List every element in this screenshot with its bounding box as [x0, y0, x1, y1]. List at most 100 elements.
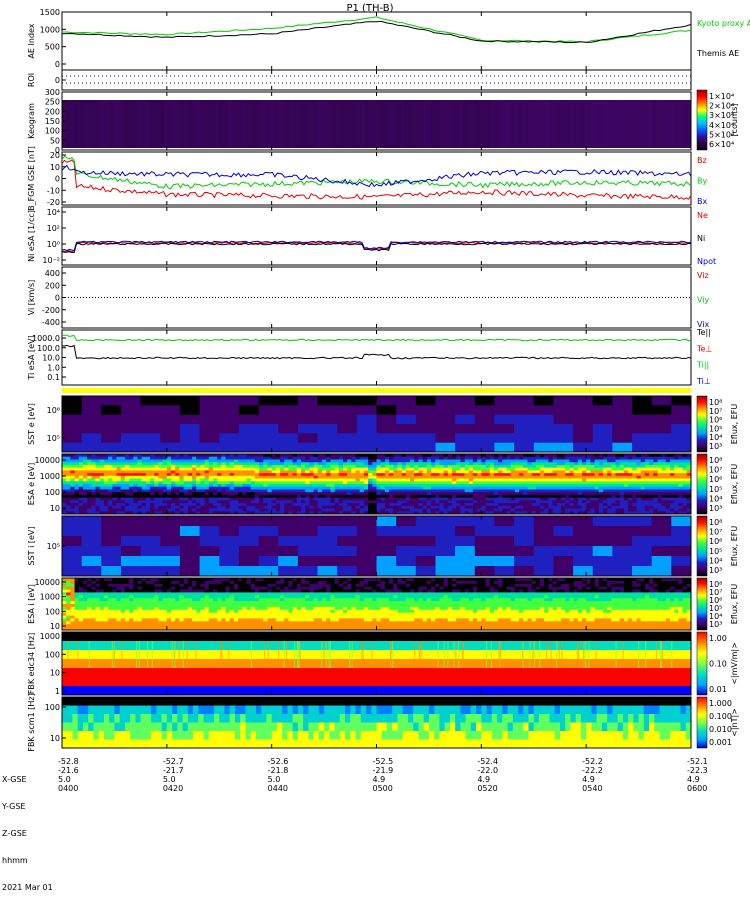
esa-e-panel-cell	[515, 476, 520, 479]
esa-e-panel-cell	[439, 479, 444, 482]
esa-e-panel-cell	[230, 473, 235, 476]
esa-e-panel-cell	[624, 479, 629, 482]
esa-e-panel-cell	[427, 470, 432, 473]
esa-e-panel-cell	[205, 498, 210, 501]
esa-e-panel-cell	[515, 470, 520, 473]
stack-plot: P1 (TH-B) AE Index150010005000Kyoto prox…	[0, 0, 750, 800]
sst-i-panel-cell	[396, 556, 416, 566]
esa-i-panel-cell	[184, 592, 189, 595]
sst-i-panel-cell	[278, 516, 298, 526]
esa-e-panel-cell	[234, 484, 239, 487]
esa-e-panel-cell	[624, 506, 629, 509]
esa-i-panel-cell	[96, 618, 101, 621]
sst-e-panel-cell	[318, 396, 338, 406]
esa-e-panel-cell	[209, 457, 214, 460]
esa-e-panel-cell	[184, 495, 189, 498]
esa-e-panel-cell	[146, 487, 151, 490]
esa-e-panel-cell	[377, 481, 382, 484]
esa-e-panel-cell	[108, 495, 113, 498]
esa-i-panel-cell	[221, 592, 226, 595]
esa-e-panel-cell	[167, 465, 172, 468]
esa-i-panel-cell	[138, 618, 143, 621]
esa-e-panel-cell	[548, 495, 553, 498]
esa-e-panel-cell	[347, 460, 352, 463]
esa-e-panel-cell	[112, 468, 117, 471]
esa-e-panel-cell	[632, 465, 637, 468]
esa-e-panel-cell	[179, 479, 184, 482]
esa-e-panel-cell	[515, 473, 520, 476]
esa-e-panel-cell	[125, 490, 130, 493]
keogram-column	[259, 100, 263, 148]
esa-e-panel-cell	[502, 484, 507, 487]
esa-e-panel-cell	[406, 470, 411, 473]
esa-e-panel-cell	[364, 492, 369, 495]
esa-e-panel-cell	[490, 506, 495, 509]
sst-i-panel-cell	[278, 536, 298, 546]
esa-e-panel-cell	[628, 476, 633, 479]
esa-e-panel-cell	[607, 509, 612, 512]
esa-e-panel-cell	[649, 506, 654, 509]
esa-i-panel-cell	[138, 607, 143, 610]
ti-panel-ytick-label: 100.0	[37, 344, 60, 353]
esa-e-panel-cell	[494, 470, 499, 473]
esa-e-panel-cell	[297, 465, 302, 468]
esa-e-panel-cell	[377, 509, 382, 512]
esa-e-panel-cell	[196, 476, 201, 479]
ti-panel-ytick-label: 1000.0	[32, 334, 60, 343]
esa-e-panel-cell	[519, 503, 524, 506]
esa-e-panel-cell	[146, 473, 151, 476]
esa-e-panel-cell	[540, 500, 545, 503]
esa-e-panel-cell	[557, 484, 562, 487]
esa-e-panel-cell	[158, 503, 163, 506]
esa-i-panel-cell	[247, 610, 252, 613]
esa-i-panel-cell	[255, 607, 260, 610]
esa-i-panel-cell	[158, 604, 163, 607]
esa-e-panel-cell	[435, 490, 440, 493]
esa-i-panel-cell	[121, 581, 126, 584]
esa-e-panel-cell	[398, 481, 403, 484]
esa-e-panel-cell	[276, 479, 281, 482]
esa-e-panel-cell	[96, 492, 101, 495]
esa-e-panel-cell	[670, 468, 675, 471]
esa-e-panel-cell	[326, 509, 331, 512]
esa-e-panel-cell	[133, 481, 138, 484]
esa-e-panel-cell	[150, 490, 155, 493]
esa-e-panel-cell	[678, 503, 683, 506]
esa-i-panel-cell	[247, 604, 252, 607]
esa-e-panel-cell	[540, 487, 545, 490]
esa-e-panel-cell	[678, 460, 683, 463]
esa-e-panel-cell	[121, 468, 126, 471]
esa-i-panel-cell	[112, 587, 117, 590]
sst-e-panel-cell	[259, 433, 279, 443]
esa-e-panel-cell	[263, 468, 268, 471]
esa-e-panel-cell	[234, 465, 239, 468]
esa-e-panel-cell	[477, 465, 482, 468]
esa-e-panel-cell	[368, 487, 373, 490]
esa-e-panel-cell	[523, 479, 528, 482]
esa-e-panel-cell	[678, 476, 683, 479]
esa-e-panel-cell	[364, 468, 369, 471]
esa-e-panel-cell	[179, 468, 184, 471]
esa-i-panel-cell	[184, 595, 189, 598]
esa-e-panel-cell	[439, 481, 444, 484]
sst-e-panel-cell	[514, 433, 534, 443]
esa-e-panel-cell	[465, 492, 470, 495]
esa-e-panel-cell	[620, 481, 625, 484]
esa-e-panel-cell	[406, 476, 411, 479]
esa-e-panel-cell	[66, 490, 71, 493]
esa-e-panel-cell	[247, 470, 252, 473]
esa-i-panel-cell	[247, 587, 252, 590]
sst-e-panel-cell	[357, 443, 377, 453]
keogram-column	[156, 100, 160, 148]
esa-e-panel-cell	[205, 484, 210, 487]
esa-e-panel-cell	[196, 495, 201, 498]
esa-e-panel-cell	[259, 473, 264, 476]
esa-e-panel-cell	[326, 460, 331, 463]
esa-i-panel-cell	[184, 613, 189, 616]
esa-i-panel-cell	[62, 581, 67, 584]
esa-e-panel-cell	[351, 495, 356, 498]
esa-e-panel-cell	[536, 509, 541, 512]
esa-i-panel-cell	[247, 624, 252, 627]
esa-e-panel-cell	[481, 476, 486, 479]
esa-e-panel-cell	[297, 476, 302, 479]
